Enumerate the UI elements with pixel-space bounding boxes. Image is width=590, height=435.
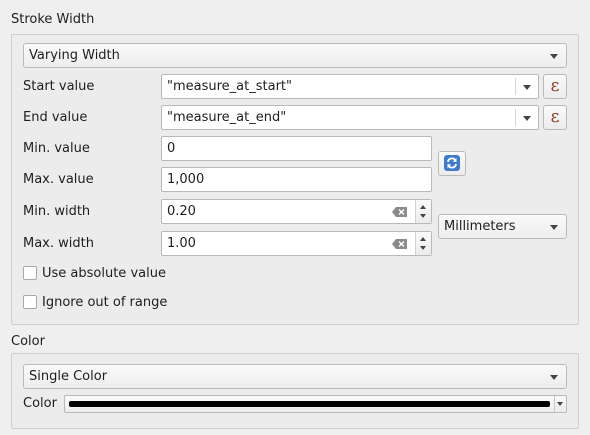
color-label: Color xyxy=(23,396,57,411)
max-value-input[interactable]: 1,000 xyxy=(161,167,432,192)
ignore-out-of-range-label: Ignore out of range xyxy=(42,295,168,310)
chevron-down-icon xyxy=(550,375,558,380)
refresh-button[interactable] xyxy=(438,151,466,176)
min-width-spinbox[interactable]: 0.20 xyxy=(161,199,432,224)
start-value-field[interactable]: "measure_at_start" xyxy=(161,74,539,99)
clear-icon[interactable] xyxy=(392,239,407,249)
end-value-expression-button[interactable]: ε xyxy=(543,105,567,130)
min-width-value: 0.20 xyxy=(167,204,196,219)
chevron-down-icon xyxy=(523,85,531,90)
color-picker-button[interactable] xyxy=(64,395,567,413)
max-width-spinbox[interactable]: 1.00 xyxy=(161,231,432,256)
unit-combo[interactable]: Millimeters xyxy=(438,214,567,239)
min-width-stepper[interactable] xyxy=(415,200,431,223)
clear-icon[interactable] xyxy=(392,207,407,217)
start-value-label: Start value xyxy=(23,79,95,94)
use-absolute-label: Use absolute value xyxy=(42,266,166,281)
start-value-expression-button[interactable]: ε xyxy=(543,74,567,99)
unit-value: Millimeters xyxy=(444,219,516,234)
expression-icon: ε xyxy=(550,76,560,96)
expression-icon: ε xyxy=(550,107,560,127)
color-mode-combo[interactable]: Single Color xyxy=(23,364,567,389)
chevron-up-icon xyxy=(420,205,426,209)
stroke-width-mode-value: Varying Width xyxy=(29,48,120,63)
use-absolute-checkbox[interactable] xyxy=(23,266,37,280)
chevron-down-icon xyxy=(420,246,426,250)
chevron-down-icon xyxy=(523,116,531,121)
refresh-icon xyxy=(444,155,460,171)
color-title: Color xyxy=(11,334,45,349)
chevron-down-icon xyxy=(557,402,563,406)
max-value-label: Max. value xyxy=(23,172,94,187)
color-swatch xyxy=(69,401,550,407)
stroke-width-title: Stroke Width xyxy=(11,12,95,27)
chevron-down-icon xyxy=(550,54,558,59)
min-value-input[interactable]: 0 xyxy=(161,136,432,161)
end-value-label: End value xyxy=(23,110,88,125)
min-width-label: Min. width xyxy=(23,204,91,219)
min-value-label: Min. value xyxy=(23,141,90,156)
color-dropdown[interactable] xyxy=(554,396,566,412)
end-value-field[interactable]: "measure_at_end" xyxy=(161,105,539,130)
end-value-text: "measure_at_end" xyxy=(167,110,287,125)
max-width-label: Max. width xyxy=(23,236,94,251)
chevron-down-icon xyxy=(550,225,558,230)
start-value-text: "measure_at_start" xyxy=(167,79,292,94)
max-width-value: 1.00 xyxy=(167,236,196,251)
chevron-up-icon xyxy=(420,237,426,241)
chevron-down-icon xyxy=(420,214,426,218)
color-mode-value: Single Color xyxy=(29,369,108,384)
stroke-width-mode-combo[interactable]: Varying Width xyxy=(23,43,567,68)
ignore-out-of-range-checkbox[interactable] xyxy=(23,295,37,309)
max-width-stepper[interactable] xyxy=(415,232,431,255)
